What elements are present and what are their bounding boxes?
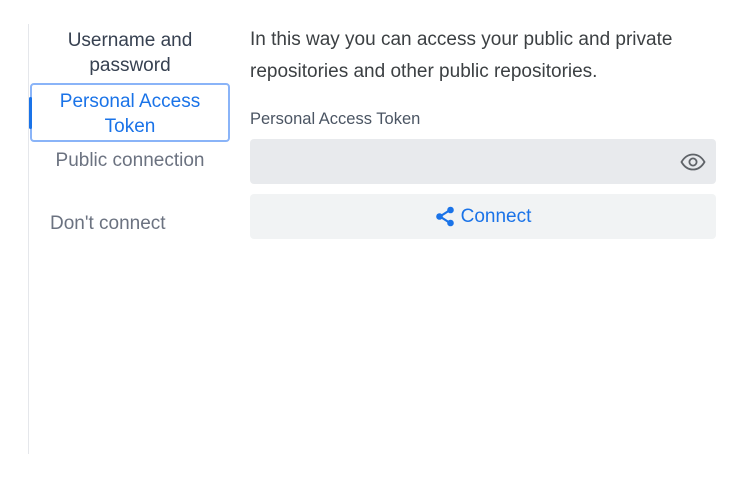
share-icon <box>435 206 455 227</box>
tab-personal-access-token[interactable]: Personal Access Token <box>29 83 230 142</box>
tab-public-connection[interactable]: Public connection <box>30 142 230 207</box>
tab-dont-connect[interactable]: Don't connect <box>30 207 230 236</box>
connect-button-label: Connect <box>460 205 532 227</box>
tab-username-password[interactable]: Username and password <box>30 28 230 83</box>
tab-label: Public connection <box>55 150 205 171</box>
token-field-label: Personal Access Token <box>250 110 421 128</box>
eye-icon[interactable] <box>678 148 708 175</box>
tab-label: Personal Access Token <box>59 91 201 137</box>
token-input[interactable] <box>250 139 670 184</box>
tab-label: Don't connect <box>50 213 166 234</box>
sidebar-divider <box>28 24 29 454</box>
intro-text: In this way you can access your public a… <box>250 29 673 82</box>
tab-panel: In this way you can access your public a… <box>250 24 716 239</box>
token-field <box>250 139 716 184</box>
connect-button[interactable]: Connect <box>250 194 716 239</box>
tab-label: Username and password <box>67 30 193 76</box>
auth-method-tabs: Username and password Personal Access To… <box>29 28 230 236</box>
